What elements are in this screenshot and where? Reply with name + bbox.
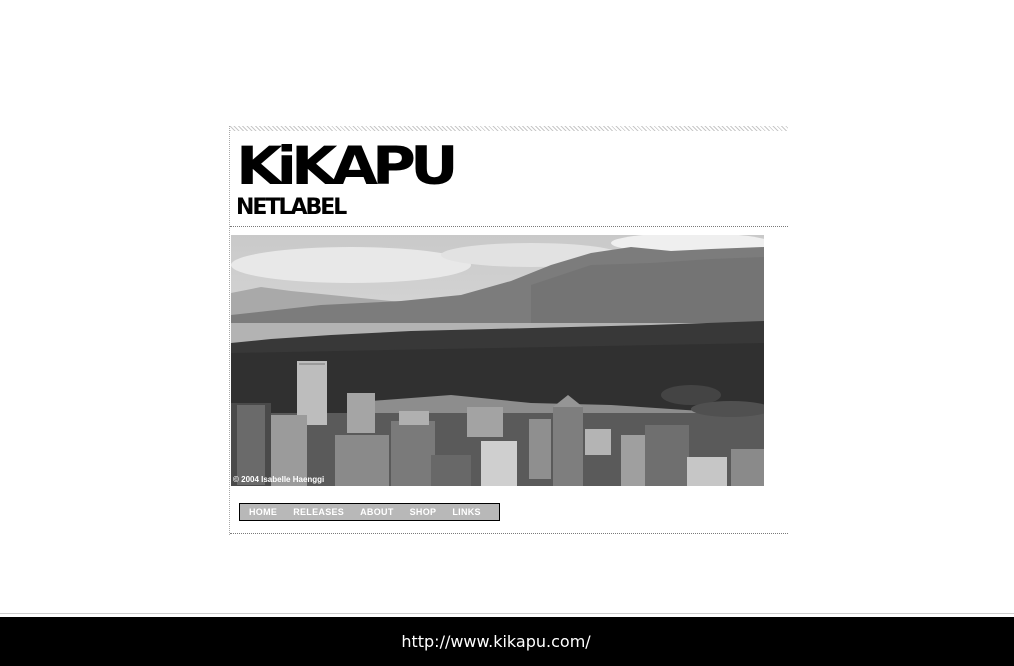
page: KiKAPU NETLABEL © 2004 Isabelle Haenggi … bbox=[0, 0, 1014, 666]
nav-home[interactable]: HOME bbox=[249, 507, 277, 517]
header-photo: © 2004 Isabelle Haenggi bbox=[231, 235, 764, 486]
main-nav: HOME RELEASES ABOUT SHOP LINKS bbox=[239, 503, 500, 521]
logo-title: KiKAPU bbox=[236, 135, 459, 198]
content-frame: KiKAPU NETLABEL © 2004 Isabelle Haenggi … bbox=[229, 126, 788, 535]
nav-shop[interactable]: SHOP bbox=[410, 507, 437, 517]
site-logo[interactable]: KiKAPU NETLABEL bbox=[236, 140, 486, 222]
city-landscape-image bbox=[231, 235, 764, 486]
footer-divider bbox=[230, 533, 788, 534]
status-separator bbox=[0, 613, 1014, 614]
nav-about[interactable]: ABOUT bbox=[360, 507, 394, 517]
photo-credit: © 2004 Isabelle Haenggi bbox=[233, 475, 325, 484]
header-divider bbox=[230, 226, 788, 227]
top-border-hatch bbox=[230, 126, 788, 131]
nav-releases[interactable]: RELEASES bbox=[293, 507, 344, 517]
logo-subtitle: NETLABEL bbox=[236, 195, 347, 220]
status-bar: http://www.kikapu.com/ bbox=[0, 617, 1014, 666]
nav-links[interactable]: LINKS bbox=[452, 507, 481, 517]
status-url: http://www.kikapu.com/ bbox=[401, 632, 591, 651]
